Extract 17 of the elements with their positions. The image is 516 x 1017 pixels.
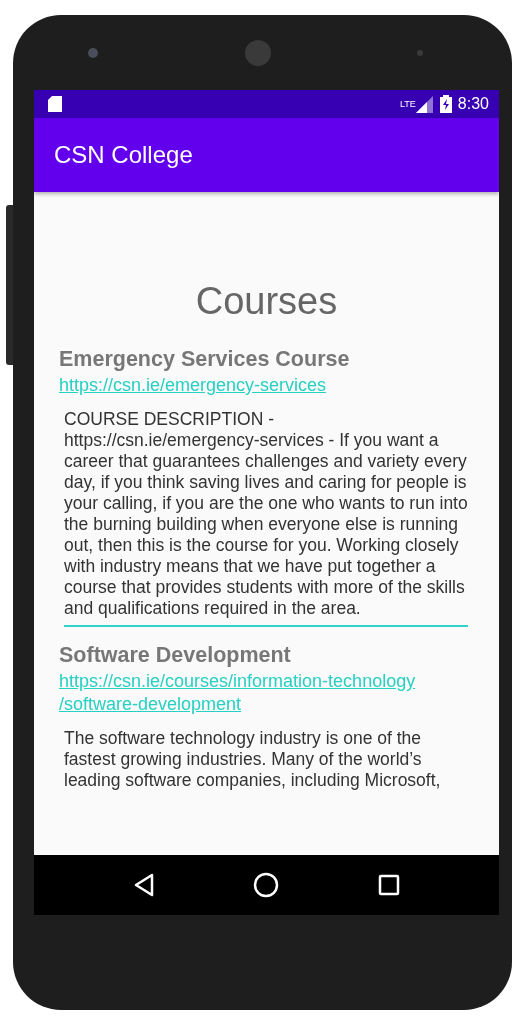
battery-charging-icon <box>439 95 452 113</box>
back-icon[interactable] <box>133 873 156 897</box>
sensor-icon <box>88 47 98 58</box>
course-title: Software Development <box>59 643 292 668</box>
app-title: CSN College <box>54 141 193 169</box>
speaker-icon <box>244 39 271 66</box>
recents-icon[interactable] <box>377 874 400 896</box>
sensor-icon <box>417 49 423 56</box>
home-icon[interactable] <box>253 872 280 898</box>
page-title: Courses <box>194 280 339 323</box>
signal-icon <box>415 95 434 113</box>
network-type: LTE <box>400 99 416 109</box>
description-field[interactable]: COURSE DESCRIPTION - https://csn.ie/emergency-services - If you want a career that guarantees challenges and variety every day, if you think saving lives and caring for people is your calling, if you are the one who wants to run into the burning building when everyone else is running out, then this is the course for you. Working closely with industry means that we have put together a course that provides students with more of the skills and qualifications required in the area. <box>64 409 468 627</box>
description-field[interactable]: The software technology industry is one of the fastest growing industries. Many of the world’s leading software companies, including Microsoft, <box>64 728 468 799</box>
sd-card-icon <box>48 96 62 112</box>
course-title: Emergency Services Course <box>59 347 351 372</box>
status-time: 8:30 <box>457 95 489 113</box>
